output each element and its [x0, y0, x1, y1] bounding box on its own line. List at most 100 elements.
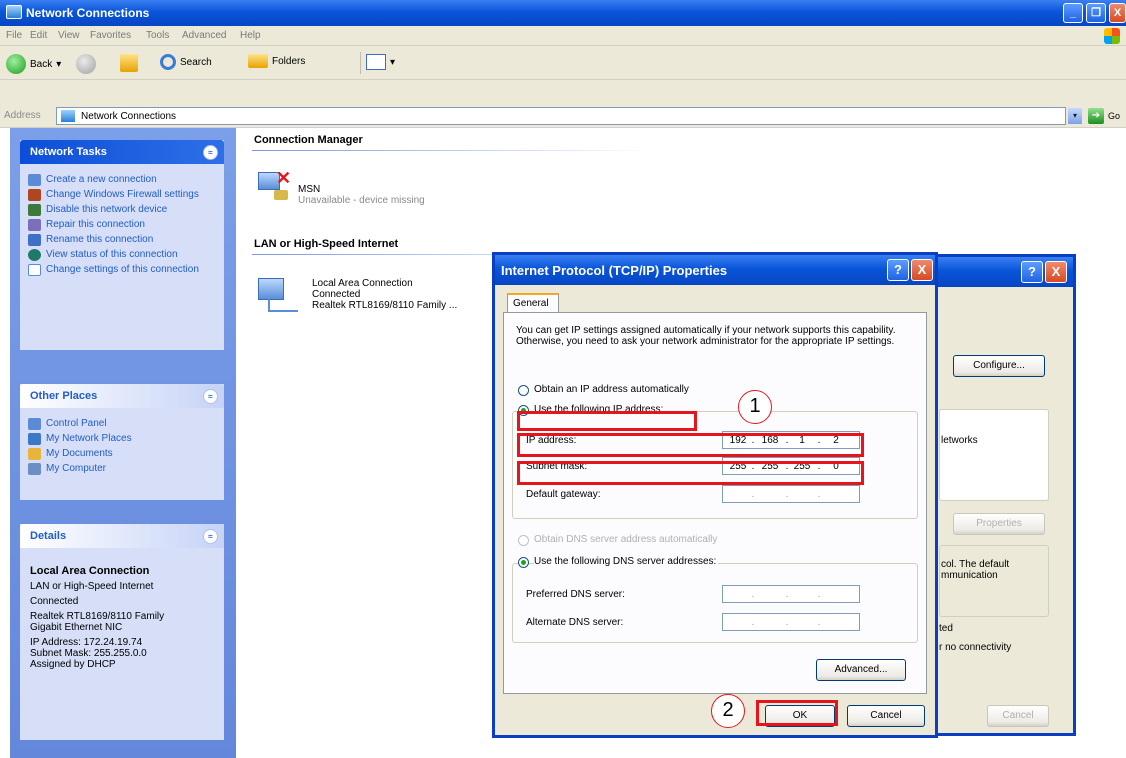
back-arrow-icon: [6, 54, 26, 74]
menu-advanced[interactable]: Advanced: [182, 30, 226, 41]
minimize-button[interactable]: _: [1063, 3, 1083, 23]
control-panel-icon: [28, 418, 41, 430]
preferred-dns-field[interactable]: . . .: [722, 585, 860, 603]
dialog-close-button[interactable]: X: [911, 259, 933, 281]
default-gateway-label: Default gateway:: [526, 489, 601, 500]
menu-file[interactable]: File: [6, 30, 22, 41]
description-group: [939, 545, 1049, 617]
properties-button[interactable]: Properties: [953, 513, 1045, 535]
close-button[interactable]: X: [1109, 3, 1126, 23]
bg-close-button[interactable]: X: [1045, 261, 1067, 283]
task-repair-connection[interactable]: Repair this connection: [20, 219, 224, 231]
address-input[interactable]: Network Connections: [56, 107, 1066, 125]
ip-dot: .: [785, 589, 789, 600]
network-places-icon: [28, 433, 41, 445]
rename-icon: [28, 234, 41, 246]
task-create-connection[interactable]: Create a new connection: [20, 174, 224, 186]
details-status: Connected: [30, 596, 79, 607]
network-connections-icon: [6, 5, 22, 19]
up-folder-button[interactable]: [120, 54, 138, 72]
alternate-dns-label: Alternate DNS server:: [526, 617, 624, 628]
network-connections-icon: [61, 110, 75, 122]
collapse-chevron-icon[interactable]: ≈: [203, 389, 218, 404]
place-my-documents[interactable]: My Documents: [20, 448, 224, 460]
go-button[interactable]: Go: [1108, 111, 1120, 121]
address-label: Address: [4, 110, 41, 121]
msn-connection-status: Unavailable - device missing: [298, 195, 425, 206]
default-gateway-field[interactable]: . . .: [722, 485, 860, 503]
ip-dot: .: [817, 617, 821, 628]
lan-connection-status: Connected: [312, 289, 361, 300]
menu-favorites[interactable]: Favorites: [90, 30, 131, 41]
task-change-settings[interactable]: Change settings of this connection: [20, 264, 224, 276]
search-label: Search: [180, 56, 212, 68]
msn-connection-icon[interactable]: ✕: [256, 168, 292, 204]
use-following-dns-radio[interactable]: [518, 557, 529, 568]
local-area-connection-item[interactable]: Local Area Connection Connected Realtek …: [254, 276, 474, 326]
bg-help-button[interactable]: ?: [1021, 261, 1043, 283]
details-header[interactable]: Details ≈: [20, 524, 224, 548]
preferred-dns-label: Preferred DNS server:: [526, 589, 625, 600]
window-title: Network Connections: [26, 6, 150, 20]
my-computer-icon: [28, 463, 41, 475]
place-label: My Network Places: [46, 433, 132, 444]
search-button[interactable]: Search: [160, 54, 212, 70]
task-label: Create a new connection: [46, 174, 157, 185]
details-type: LAN or High-Speed Internet: [30, 581, 154, 592]
obtain-dns-auto-radio[interactable]: [518, 535, 529, 546]
ip-dot: .: [785, 617, 789, 628]
network-tasks-header[interactable]: Network Tasks ≈: [20, 140, 224, 164]
task-rename-connection[interactable]: Rename this connection: [20, 234, 224, 246]
collapse-chevron-icon[interactable]: ≈: [203, 529, 218, 544]
tab-general[interactable]: General: [507, 293, 559, 313]
settings-document-icon: [28, 264, 41, 276]
configure-button[interactable]: Configure...: [953, 355, 1045, 377]
dialog-title-bar: Internet Protocol (TCP/IP) Properties ? …: [495, 255, 935, 285]
windows-logo-icon: [1104, 28, 1120, 44]
views-button[interactable]: ▾: [366, 54, 395, 70]
collapse-chevron-icon[interactable]: ≈: [203, 145, 218, 160]
place-control-panel[interactable]: Control Panel: [20, 418, 224, 430]
forward-arrow-icon: [76, 54, 96, 74]
modem-icon: [274, 190, 288, 200]
highlight-ok-button: [756, 700, 838, 726]
folders-icon: [248, 54, 268, 68]
menu-tools[interactable]: Tools: [146, 30, 169, 41]
address-dropdown-icon[interactable]: ▾: [1068, 108, 1082, 124]
intro-text: You can get IP settings assigned automat…: [516, 325, 896, 347]
cancel-button[interactable]: Cancel: [847, 705, 925, 727]
task-view-status[interactable]: View status of this connection: [20, 249, 224, 261]
alternate-dns-field[interactable]: . . .: [722, 613, 860, 631]
menu-view[interactable]: View: [58, 30, 80, 41]
other-places-title: Other Places: [30, 390, 98, 402]
place-my-network-places[interactable]: My Network Places: [20, 433, 224, 445]
menu-edit[interactable]: Edit: [30, 30, 47, 41]
folders-label: Folders: [272, 55, 306, 67]
details-assigned: Assigned by DHCP: [30, 659, 116, 670]
task-change-firewall[interactable]: Change Windows Firewall settings: [20, 189, 224, 201]
back-dropdown-icon[interactable]: ▾: [56, 59, 61, 70]
error-x-icon: ✕: [276, 168, 292, 188]
my-documents-icon: [28, 448, 41, 460]
ip-dot: .: [817, 589, 821, 600]
obtain-ip-auto-label: Obtain an IP address automatically: [534, 384, 689, 395]
place-my-computer[interactable]: My Computer: [20, 463, 224, 475]
place-label: Control Panel: [46, 418, 107, 429]
other-places-header[interactable]: Other Places ≈: [20, 384, 224, 408]
toolbar-separator: [360, 52, 361, 74]
menu-bar: File Edit View Favorites Tools Advanced …: [0, 26, 1126, 46]
advanced-button[interactable]: Advanced...: [816, 659, 906, 681]
task-disable-device[interactable]: Disable this network device: [20, 204, 224, 216]
status-icon: [28, 249, 41, 261]
maximize-button[interactable]: ❐: [1086, 3, 1106, 23]
help-button[interactable]: ?: [887, 259, 909, 281]
obtain-ip-auto-radio[interactable]: [518, 385, 529, 396]
task-label: Rename this connection: [46, 234, 154, 245]
dns-group: [512, 563, 918, 643]
folders-button[interactable]: Folders: [248, 54, 305, 68]
forward-button[interactable]: [76, 54, 96, 74]
menu-help[interactable]: Help: [240, 30, 261, 41]
back-button[interactable]: Back ▾: [6, 54, 61, 74]
bg-cancel-button[interactable]: Cancel: [987, 705, 1049, 727]
go-arrow-icon[interactable]: ➔: [1088, 108, 1104, 124]
